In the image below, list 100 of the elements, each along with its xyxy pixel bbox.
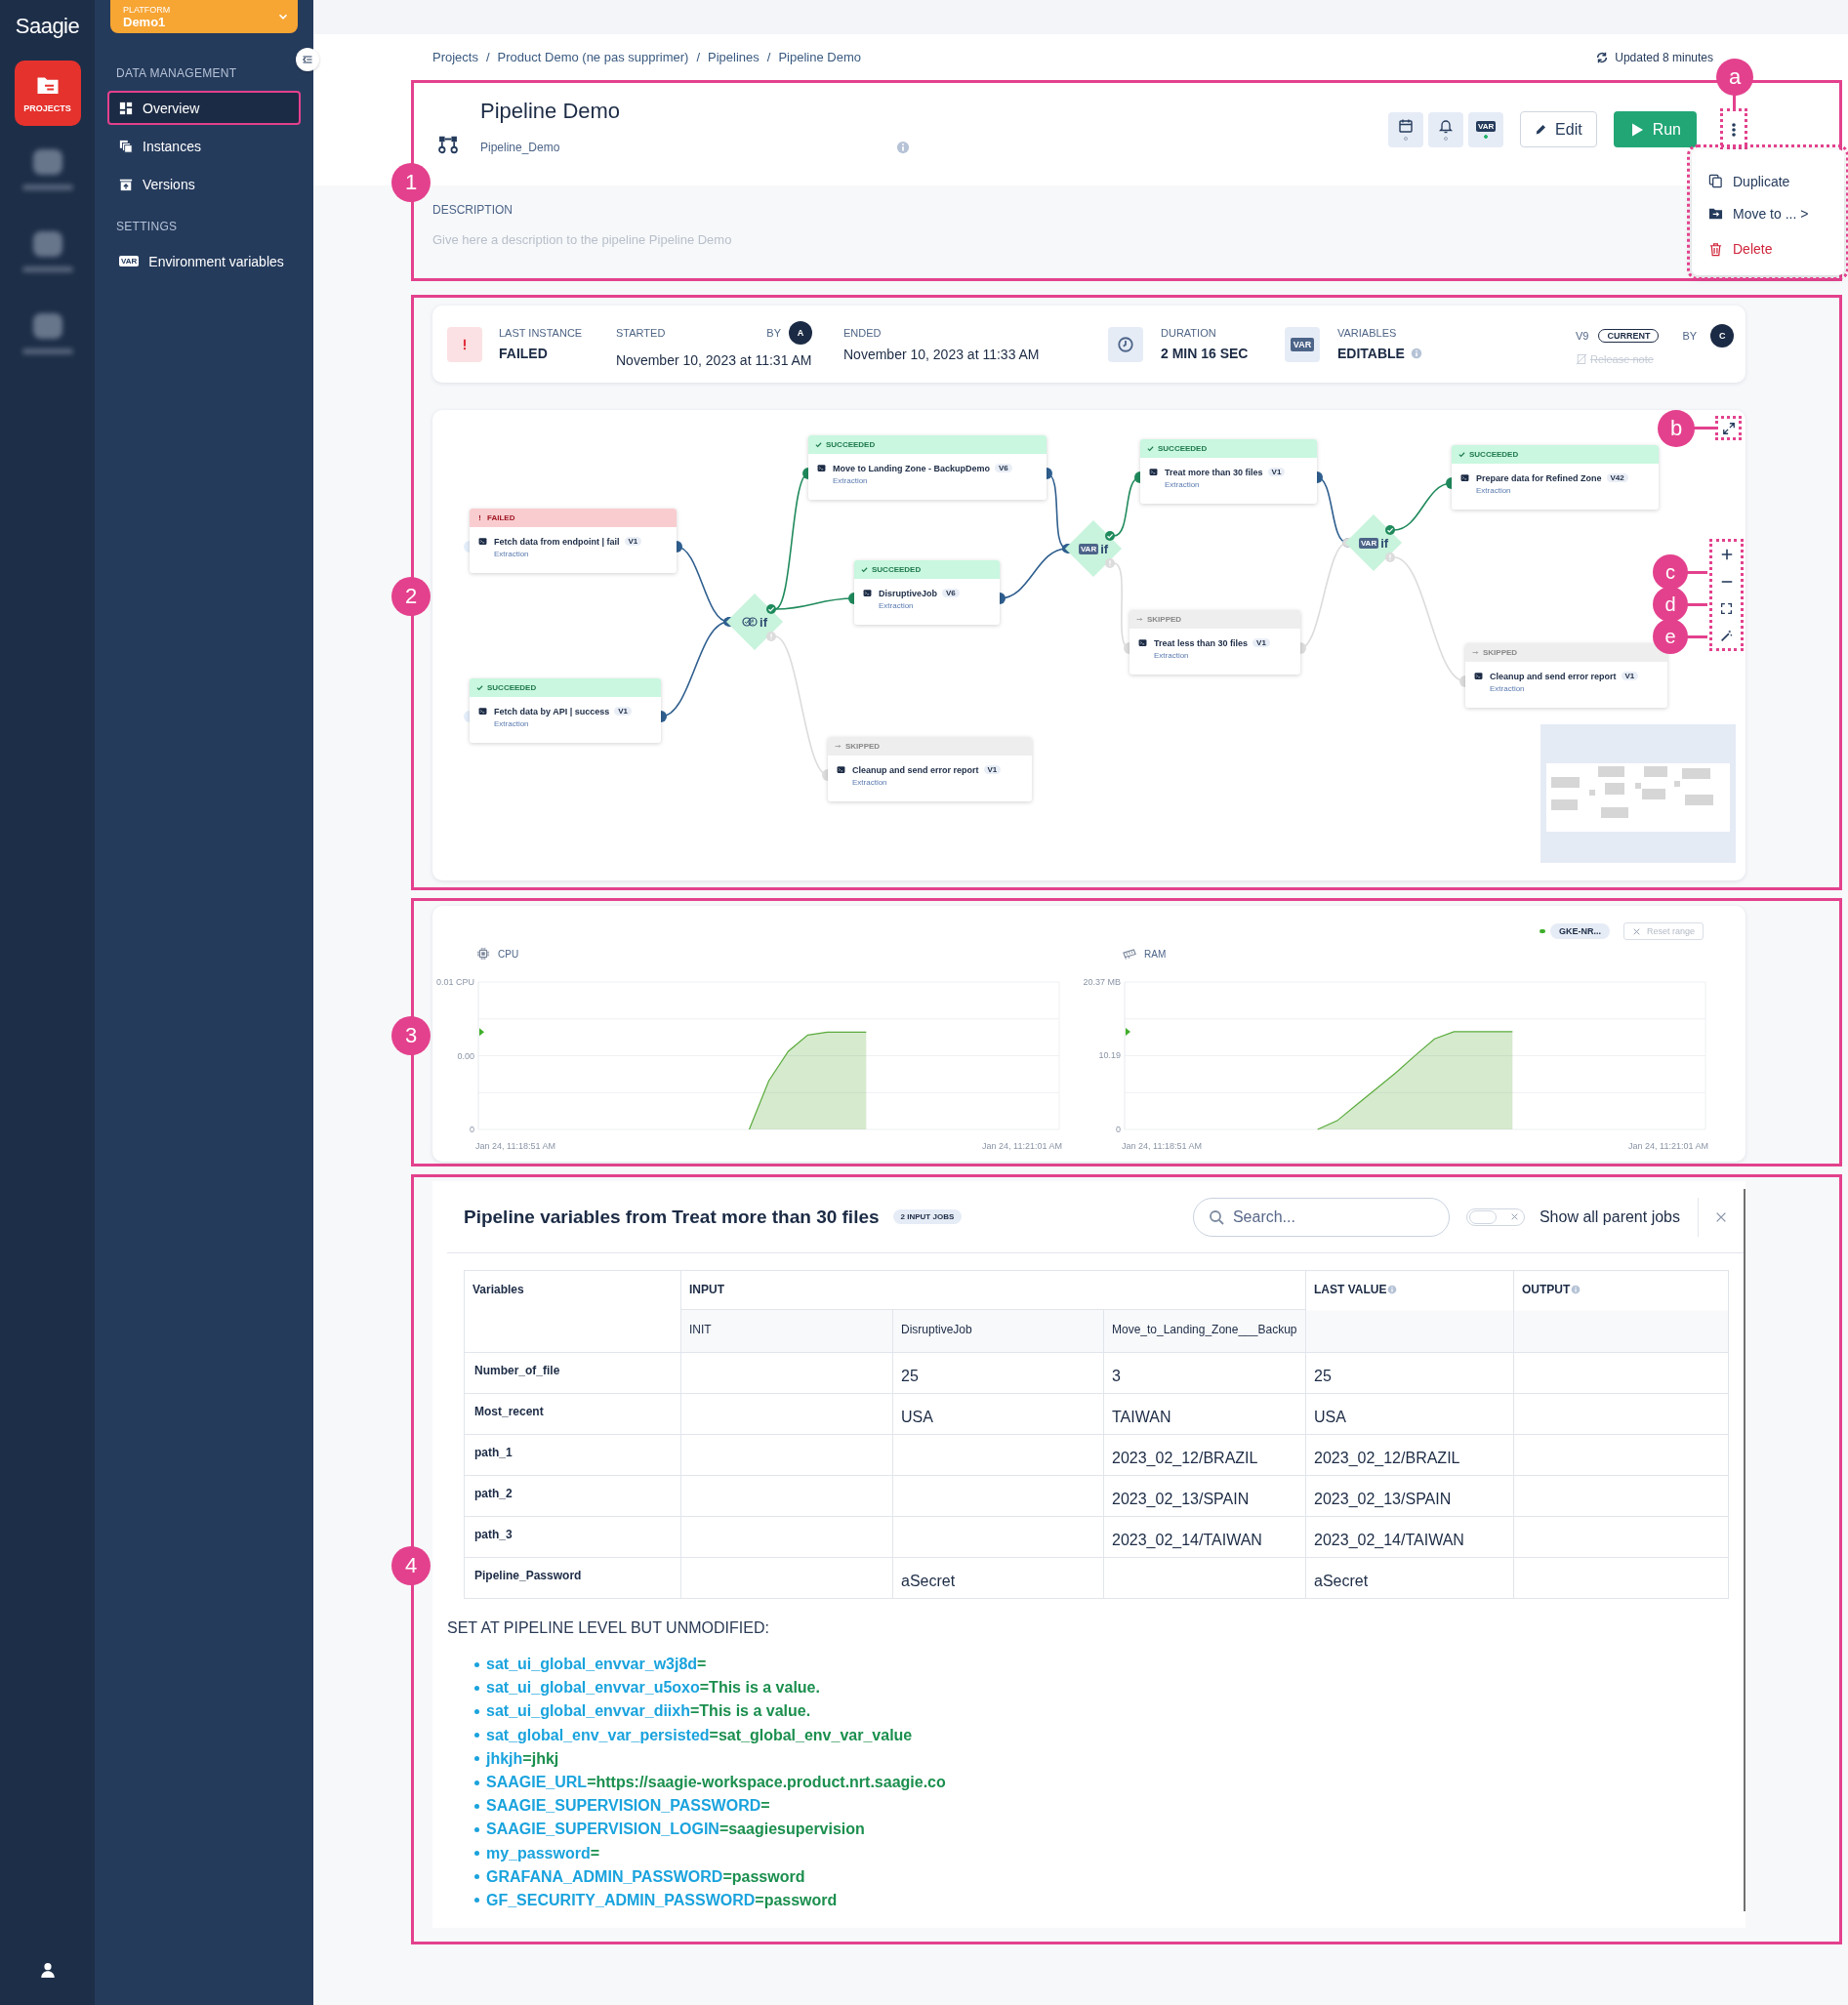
column-header: INPUT: [680, 1270, 1306, 1310]
bell-button[interactable]: [1428, 111, 1464, 147]
bell-icon: [1438, 118, 1455, 134]
refresh-icon: [1595, 50, 1610, 64]
check-icon: [1105, 531, 1115, 541]
sidebar-label: Instances: [143, 138, 201, 154]
breadcrumb-link[interactable]: Pipelines: [708, 50, 760, 64]
sidebar-item[interactable]: Instances: [107, 129, 301, 163]
bullet-icon: [474, 1685, 479, 1691]
annotation-marker: 3: [391, 1016, 431, 1055]
trash-icon: [1708, 241, 1723, 257]
sidebar-item[interactable]: VAR Environment variables: [107, 244, 301, 278]
job-name: Fetch data by API | success: [494, 707, 610, 716]
variable-name: path_2: [464, 1475, 681, 1517]
terminal-icon: [863, 589, 872, 597]
check-icon: [861, 566, 868, 573]
check-icon: [1458, 451, 1465, 458]
arrow-icon: [835, 743, 842, 750]
search-icon: [1208, 1208, 1224, 1225]
var-button[interactable]: VAR: [1468, 111, 1504, 147]
env-var-entry: GF_SECURITY_ADMIN_PASSWORD=password: [486, 1891, 838, 1909]
axis-label: 10.19: [1098, 1050, 1121, 1061]
input-jobs-badge: 2 INPUT JOBS: [892, 1209, 963, 1224]
category-label: Extraction: [833, 476, 869, 485]
table-cell: TAIWAN: [1103, 1393, 1306, 1435]
sidebar-label: Environment variables: [148, 253, 284, 269]
status-label: SKIPPED: [845, 742, 881, 751]
clock-icon: [1117, 335, 1134, 353]
table-cell: 2023_02_12/BRAZIL: [1103, 1434, 1306, 1476]
chart-title: CPU: [498, 948, 519, 960]
status-icon: [742, 614, 758, 630]
info-icon: [896, 141, 910, 154]
chip-icon: [476, 947, 490, 961]
marker-icon: [479, 1028, 484, 1037]
annotation-marker: d: [1653, 587, 1688, 622]
menu-item[interactable]: Delete: [1692, 229, 1844, 268]
breadcrumb-separator: /: [485, 50, 490, 64]
search-field[interactable]: Search...: [1192, 1197, 1450, 1237]
var-icon: VAR: [1290, 337, 1315, 351]
env-var-entry: my_password=: [486, 1844, 600, 1862]
technical-name: Pipeline_Demo: [480, 141, 560, 154]
table-cell: 2023_02_12/BRAZIL: [1305, 1434, 1514, 1476]
calendar-button[interactable]: [1388, 111, 1424, 147]
toggle-switch[interactable]: [1465, 1207, 1525, 1226]
var-icon: VAR: [119, 256, 140, 266]
sidebar-item[interactable]: Overview: [107, 91, 301, 125]
terminal-icon: [1474, 672, 1483, 680]
var-icon: VAR: [1078, 543, 1099, 554]
env-var-entry: SAAGIE_URL=https://saagie-workspace.product.nrt.saagie.co: [486, 1774, 946, 1792]
table-cell: aSecret: [1305, 1557, 1514, 1599]
bullet-icon: [474, 1898, 479, 1903]
version-badge: V1: [983, 765, 1002, 774]
status-label: SUCCEEDED: [826, 440, 876, 449]
description-field[interactable]: Give here a description to the pipeline Pipeline Demo: [432, 232, 1018, 254]
category-label: Extraction: [1154, 651, 1190, 660]
x-icon: [1509, 1212, 1519, 1221]
breadcrumb-link[interactable]: Projects: [432, 50, 478, 64]
minus-icon: [1719, 579, 1734, 584]
note-icon: [1576, 352, 1587, 365]
leader-line: [1686, 571, 1707, 574]
env-var-entry: sat_ui_global_envvar_w3j8d=: [486, 1656, 707, 1674]
table-cell: 2023_02_13/SPAIN: [1305, 1475, 1514, 1517]
env-var-entry: GRAFANA_ADMIN_PASSWORD=password: [486, 1867, 805, 1886]
column-header: OUTPUT: [1513, 1270, 1729, 1353]
table-cell: 2023_02_14/TAIWAN: [1103, 1516, 1306, 1558]
terminal-icon: [817, 464, 826, 472]
menu-item[interactable]: Duplicate: [1692, 165, 1844, 197]
env-var-entry: SAAGIE_SUPERVISION_LOGIN=saagiesupervision: [486, 1821, 865, 1839]
axis-label: Jan 24, 11:18:51 AM: [475, 1141, 555, 1151]
scrollbar[interactable]: [1744, 1189, 1745, 1911]
legend-chip[interactable]: GKE-NR...: [1549, 923, 1610, 939]
condition-label: if: [760, 614, 767, 630]
axis-label: 0.00: [457, 1050, 474, 1061]
check-icon: [1385, 525, 1395, 535]
job-name: Treat more than 30 files: [1165, 468, 1263, 477]
table-cell: USA: [892, 1393, 1104, 1435]
duration-value: 2 MIN 16 SEC: [1161, 346, 1250, 361]
edit-button[interactable]: Edit: [1520, 111, 1597, 147]
projects-nav-item[interactable]: PROJECTS: [14, 61, 81, 126]
expand-button[interactable]: [1715, 416, 1742, 440]
axis-label: 0.01 CPU: [435, 977, 474, 987]
plus-icon: [1719, 547, 1734, 561]
var-icon: VAR: [1358, 537, 1379, 549]
pencil-icon: [1535, 123, 1548, 136]
field-label: LAST INSTANCE: [499, 327, 584, 339]
sidebar-item[interactable]: Versions: [107, 167, 301, 201]
breadcrumb-link[interactable]: Product Demo (ne pas supprimer): [497, 50, 689, 64]
input-port: [464, 711, 470, 722]
more-button[interactable]: [1723, 111, 1745, 147]
warning-icon: [1385, 552, 1395, 562]
var-icon: VAR: [1475, 120, 1497, 132]
section-title: SET AT PIPELINE LEVEL BUT UNMODIFIED:: [447, 1619, 770, 1637]
chart-title: RAM: [1144, 948, 1167, 960]
pipeline-title: Pipeline Demo: [480, 99, 622, 124]
breadcrumb-link[interactable]: Pipeline Demo: [778, 50, 861, 64]
annotation-marker: 4: [391, 1546, 431, 1585]
status-label: SUCCEEDED: [1469, 450, 1519, 459]
job-name: Fetch data from endpoint | fail: [494, 537, 620, 547]
connector: [1113, 471, 1141, 537]
menu-item[interactable]: Move to ... >: [1692, 197, 1844, 229]
